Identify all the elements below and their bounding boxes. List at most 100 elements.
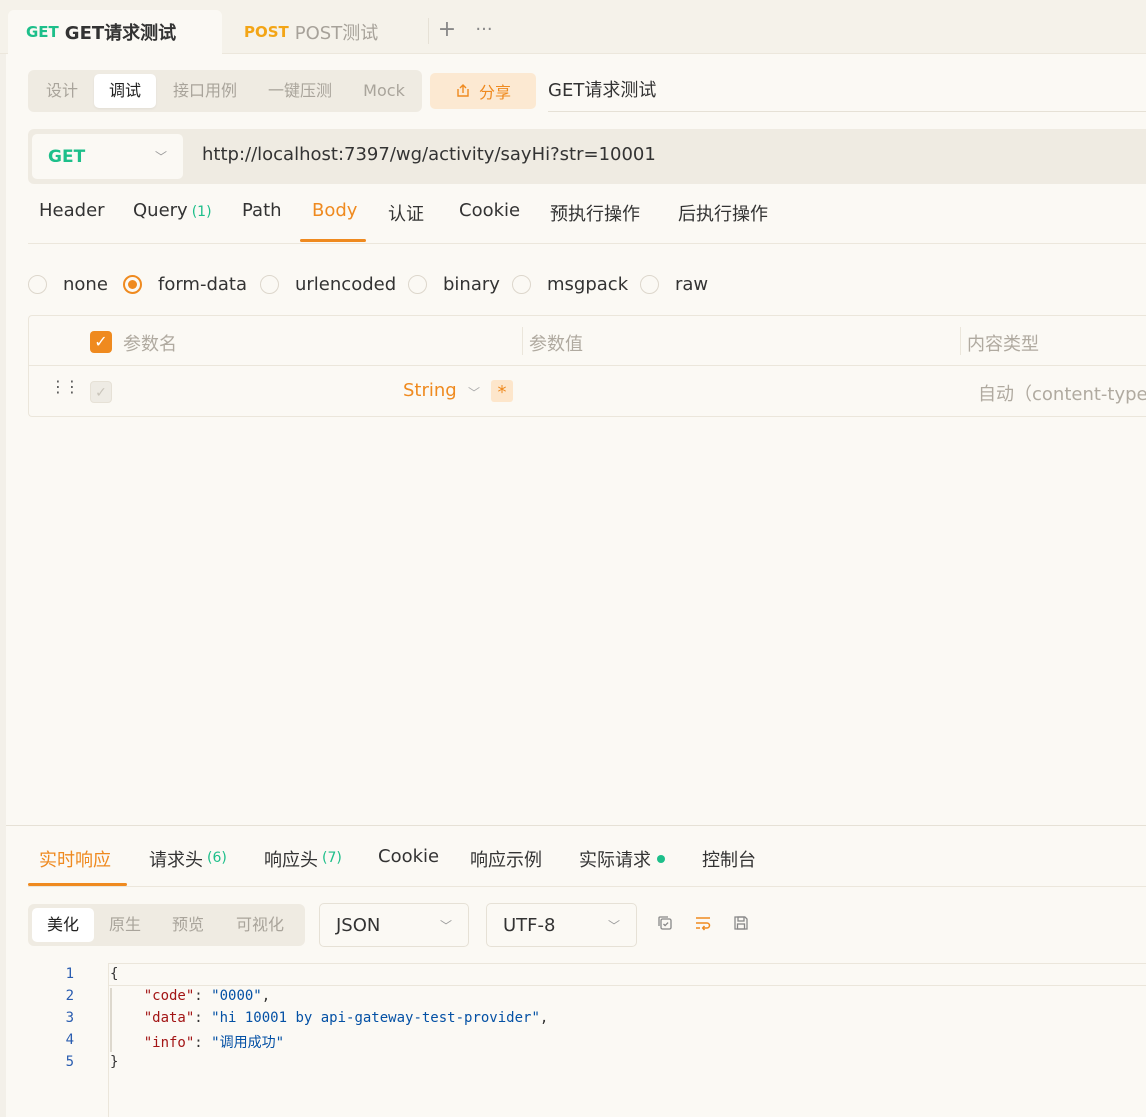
- tab-auth[interactable]: 认证: [388, 200, 424, 242]
- tab-count: (1): [191, 204, 212, 220]
- mode-tab-design[interactable]: 设计: [34, 74, 90, 108]
- mode-segmented-control: 设计 调试 接口用例 一键压测 Mock: [28, 70, 422, 112]
- col-divider[interactable]: [522, 327, 523, 355]
- tab-label: 响应头: [264, 850, 318, 871]
- mode-tab-cases[interactable]: 接口用例: [164, 74, 246, 108]
- radio-binary[interactable]: binary: [408, 272, 500, 296]
- format-segmented-control: 美化 原生 预览 可视化: [28, 904, 305, 946]
- more-icon[interactable]: ···: [472, 16, 496, 44]
- share-label: 分享: [478, 83, 511, 102]
- url-input[interactable]: http://localhost:7397/wg/activity/sayHi?…: [202, 144, 656, 165]
- resp-tab-example[interactable]: 响应示例: [470, 846, 542, 886]
- tab-label: Query: [133, 200, 188, 221]
- tab-header[interactable]: Header: [39, 200, 105, 242]
- tab-query[interactable]: Query (1): [133, 200, 212, 242]
- method-value: GET: [48, 146, 86, 167]
- radio-label: none: [63, 273, 108, 295]
- tab-count: (6): [207, 850, 227, 866]
- radio-form-data[interactable]: form-data: [123, 272, 247, 296]
- resp-tab-console[interactable]: 控制台: [702, 846, 756, 886]
- brace: }: [110, 1054, 119, 1070]
- tab-divider: [428, 18, 429, 44]
- drag-handle-icon[interactable]: ⋮⋮: [50, 379, 80, 395]
- tab-label: Path: [242, 200, 282, 221]
- required-toggle[interactable]: *: [491, 380, 513, 403]
- format-select[interactable]: JSON ﹀: [319, 903, 469, 947]
- code-line: "info": "调用成功": [143, 1035, 285, 1051]
- select-value: UTF-8: [503, 914, 556, 936]
- plus-icon[interactable]: +: [436, 16, 458, 44]
- param-type-select[interactable]: String: [403, 380, 457, 401]
- gutter-divider: [108, 963, 109, 1117]
- radio-msgpack[interactable]: msgpack: [512, 272, 628, 296]
- radio-label: raw: [675, 273, 709, 295]
- radio-raw[interactable]: raw: [640, 272, 708, 296]
- row-checkbox[interactable]: ✓: [90, 381, 112, 403]
- radio-circle: [408, 274, 427, 294]
- tab-title: GET请求测试: [64, 23, 177, 44]
- radio-circle: [28, 274, 47, 294]
- tab-label: 请求头: [149, 850, 203, 871]
- format-tab-raw[interactable]: 原生: [96, 908, 154, 942]
- save-icon[interactable]: [730, 914, 752, 936]
- json-punct: ,: [539, 1010, 549, 1026]
- format-tab-pretty[interactable]: 美化: [32, 908, 94, 942]
- encoding-select[interactable]: UTF-8 ﹀: [486, 903, 637, 947]
- col-divider[interactable]: [960, 327, 961, 355]
- radio-urlencoded[interactable]: urlencoded: [260, 272, 396, 296]
- chevron-down-icon[interactable]: ﹀: [468, 384, 480, 401]
- json-value: "0000": [211, 988, 262, 1004]
- json-value: "hi 10001 by api-gateway-test-provider": [211, 1010, 540, 1026]
- status-dot: [657, 855, 665, 863]
- resp-tab-live[interactable]: 实时响应: [39, 846, 111, 886]
- code-line: {: [110, 966, 118, 982]
- tab-label: 认证: [388, 204, 424, 225]
- content-type-cell[interactable]: 自动（content-type: [978, 380, 1146, 406]
- tab-pre-script[interactable]: 预执行操作: [550, 200, 640, 242]
- mode-tab-mock[interactable]: Mock: [354, 74, 414, 108]
- tab-count: (7): [322, 850, 342, 866]
- active-tab-indicator: [300, 239, 366, 242]
- mode-tab-debug[interactable]: 调试: [94, 74, 156, 108]
- resp-tab-request-headers[interactable]: 请求头 (6): [149, 846, 227, 886]
- select-all-checkbox[interactable]: ✓: [90, 331, 112, 353]
- radio-label: binary: [443, 273, 500, 295]
- col-header-value: 参数值: [529, 334, 583, 355]
- tab-label: Header: [39, 200, 105, 221]
- chevron-down-icon: ﹀: [154, 150, 167, 164]
- copy-icon[interactable]: [654, 914, 676, 936]
- tab-label: Body: [312, 200, 358, 221]
- resp-tab-cookie[interactable]: Cookie: [378, 846, 439, 886]
- request-name-field[interactable]: GET请求测试: [548, 76, 1146, 112]
- format-tab-visualize[interactable]: 可视化: [224, 908, 296, 942]
- chevron-down-icon: ﹀: [439, 918, 452, 933]
- radio-circle-checked: [123, 274, 142, 294]
- radio-circle: [260, 274, 279, 294]
- tab-label: Cookie: [459, 200, 521, 221]
- divider: [28, 886, 1146, 887]
- tab-label: 预执行操作: [550, 204, 640, 225]
- radio-label: urlencoded: [295, 273, 397, 295]
- tab-post-script[interactable]: 后执行操作: [678, 200, 768, 242]
- request-tab-get[interactable]: GET GET请求测试: [8, 10, 222, 54]
- json-value: "调用成功": [211, 1035, 285, 1051]
- radio-label: msgpack: [547, 273, 629, 295]
- request-tab-post[interactable]: POST POST测试: [234, 10, 424, 54]
- tab-cookie[interactable]: Cookie: [459, 200, 520, 242]
- col-header-content-type: 内容类型: [967, 334, 1039, 355]
- method-select[interactable]: GET ﹀: [32, 134, 183, 179]
- format-tab-preview[interactable]: 预览: [156, 908, 220, 942]
- radio-none[interactable]: none: [28, 272, 108, 296]
- tab-label: Cookie: [378, 846, 440, 867]
- resp-tab-response-headers[interactable]: 响应头 (7): [264, 846, 342, 886]
- resp-tab-actual-request[interactable]: 实际请求: [579, 846, 665, 886]
- tab-path[interactable]: Path: [242, 200, 282, 242]
- wrap-icon[interactable]: [692, 914, 714, 936]
- tab-label: 实时响应: [39, 850, 111, 871]
- panel-splitter[interactable]: [6, 825, 1146, 826]
- share-button[interactable]: 分享: [430, 73, 536, 109]
- mode-tab-load-test[interactable]: 一键压测: [256, 74, 344, 108]
- json-punct: ,: [261, 988, 271, 1004]
- tab-body[interactable]: Body: [312, 200, 357, 242]
- radio-circle: [512, 274, 531, 294]
